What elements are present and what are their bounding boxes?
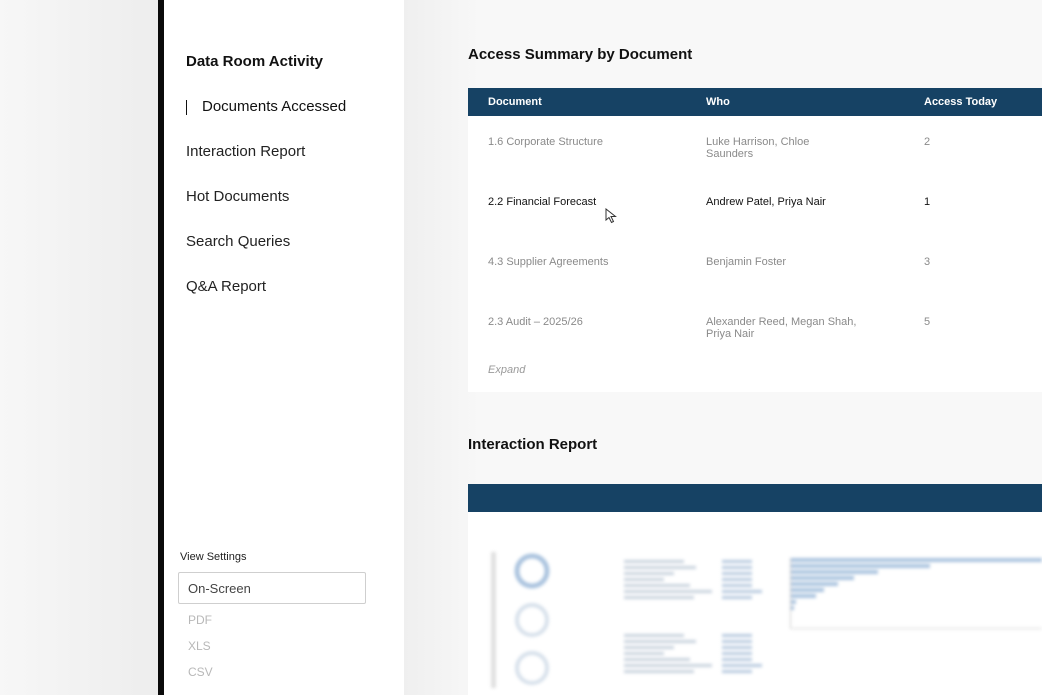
sidebar: Data Room Activity Documents Accessed In…: [164, 0, 404, 695]
column-header-access-today[interactable]: Access Today: [924, 96, 997, 108]
active-indicator: [186, 100, 187, 115]
view-settings-label: View Settings: [180, 551, 247, 563]
sidebar-item-hot-documents[interactable]: Hot Documents: [186, 188, 289, 205]
sidebar-item-documents-accessed[interactable]: Documents Accessed: [202, 98, 346, 115]
sidebar-item-interaction-report[interactable]: Interaction Report: [186, 143, 305, 160]
table-row-document[interactable]: 1.6 Corporate Structure: [488, 136, 603, 148]
table-row-count: 2: [924, 136, 931, 148]
table-row-who-cont: Priya Nair: [706, 328, 755, 340]
table-row-count: 5: [924, 316, 931, 328]
view-option-csv[interactable]: CSV: [188, 665, 213, 679]
left-gutter: [0, 0, 158, 695]
sidebar-title: Data Room Activity: [186, 53, 323, 70]
access-summary-table: Document Who Access Today 1.6 Corporate …: [468, 88, 1042, 392]
view-settings-select[interactable]: On-Screen: [178, 572, 366, 604]
table-row-document[interactable]: 2.3 Audit – 2025/26: [488, 316, 583, 328]
table-row-document[interactable]: 2.2 Financial Forecast: [488, 196, 596, 208]
panel-header: [468, 484, 1042, 512]
expand-link[interactable]: Expand: [488, 364, 525, 376]
interaction-report-preview: [491, 552, 1042, 688]
mouse-cursor-icon: [605, 208, 617, 224]
sidebar-item-search-queries[interactable]: Search Queries: [186, 233, 290, 250]
table-row-who: Luke Harrison, Chloe: [706, 136, 810, 148]
table-header: Document Who Access Today: [468, 88, 1042, 116]
sidebar-item-qa-report[interactable]: Q&A Report: [186, 278, 266, 295]
table-row-who: Benjamin Foster: [706, 256, 787, 268]
access-summary-title: Access Summary by Document: [468, 46, 693, 63]
interaction-report-title: Interaction Report: [468, 436, 598, 453]
column-header-document[interactable]: Document: [488, 96, 542, 108]
table-row-count: 3: [924, 256, 931, 268]
interaction-report-panel: [468, 484, 1042, 695]
main-content: Access Summary by Document Document Who …: [404, 0, 1042, 695]
table-row-who: Andrew Patel, Priya Nair: [706, 196, 826, 208]
view-option-pdf[interactable]: PDF: [188, 613, 212, 627]
column-header-who[interactable]: Who: [706, 96, 730, 108]
table-row-count: 1: [924, 196, 931, 208]
table-row-document[interactable]: 4.3 Supplier Agreements: [488, 256, 608, 268]
view-option-xls[interactable]: XLS: [188, 639, 211, 653]
table-row-who-cont: Saunders: [706, 148, 754, 160]
table-row-who: Alexander Reed, Megan Shah,: [706, 316, 857, 328]
